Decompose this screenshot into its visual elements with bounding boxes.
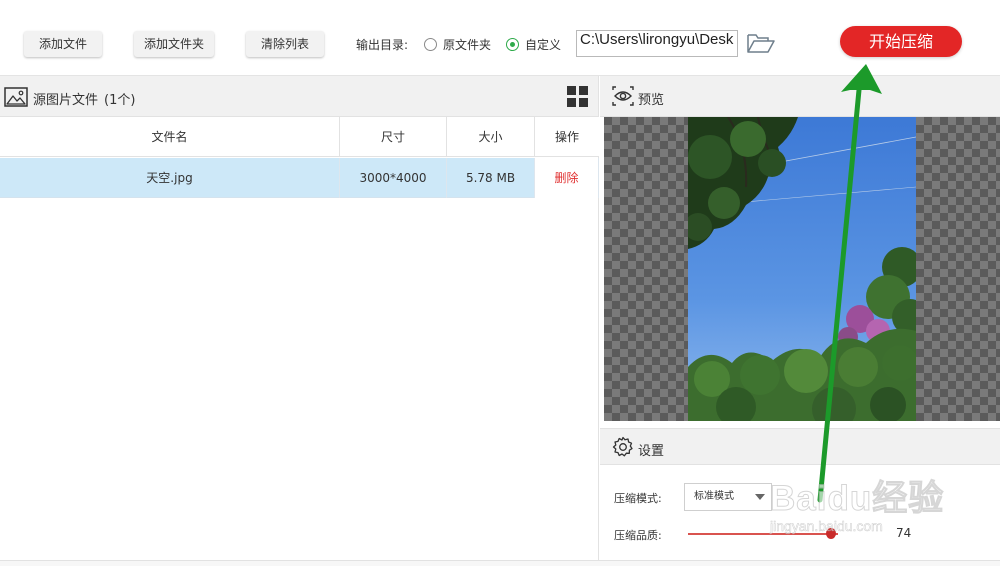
gear-icon (612, 436, 634, 458)
delete-link[interactable]: 删除 (535, 158, 599, 198)
eye-icon (612, 85, 634, 107)
settings-header: 设置 (600, 428, 1000, 465)
settings-title: 设置 (638, 444, 665, 459)
toolbar: 添加文件 添加文件夹 清除列表 输出目录: 原文件夹 自定义 C:\Users\… (0, 0, 1000, 76)
start-compress-button[interactable]: 开始压缩 (840, 26, 962, 57)
radio-original-label: 原文件夹 (443, 38, 492, 52)
output-directory-label: 输出目录: (356, 38, 409, 52)
image-preview (604, 117, 1000, 421)
source-files-panel: 源图片文件 (1个) 文件名 尺寸 大小 操作 天空.jpg 3000*4000 … (0, 76, 599, 560)
radio-custom-label: 自定义 (525, 38, 562, 52)
output-path-input[interactable]: C:\Users\lirongyu\Desk (576, 30, 738, 57)
chevron-down-icon (755, 494, 765, 500)
quality-slider-handle[interactable] (826, 528, 836, 539)
radio-dot-selected[interactable] (506, 38, 519, 51)
radio-dot[interactable] (424, 38, 437, 51)
file-dimensions-cell: 3000*4000 (340, 158, 447, 198)
quality-slider-track[interactable] (688, 533, 838, 535)
preview-header: 预览 (600, 76, 1000, 117)
preview-photo (688, 117, 916, 421)
table-row[interactable]: 天空.jpg 3000*4000 5.78 MB 删除 (0, 158, 599, 198)
radio-original-folder[interactable]: 原文件夹 (424, 36, 491, 53)
image-icon (4, 87, 28, 107)
add-folder-button[interactable]: 添加文件夹 (134, 31, 214, 57)
file-name-cell: 天空.jpg (0, 158, 340, 198)
compress-mode-label: 压缩模式: (614, 492, 662, 505)
file-table-header: 文件名 尺寸 大小 操作 (0, 117, 599, 157)
column-header-size: 大小 (447, 117, 535, 157)
window-bottom-edge (0, 560, 1000, 566)
radio-custom-folder[interactable]: 自定义 (506, 36, 561, 53)
add-file-button[interactable]: 添加文件 (24, 31, 102, 57)
quality-value: 74 (896, 526, 912, 540)
right-panel: 预览 设置 压缩模式: 标准模式 压缩品质: 74 (600, 76, 1000, 560)
source-files-header: 源图片文件 (1个) (0, 76, 598, 117)
compress-mode-value: 标准模式 (694, 491, 734, 502)
compress-quality-label: 压缩品质: (614, 529, 662, 542)
source-files-title-text: 源图片文件 (33, 93, 99, 108)
preview-title: 预览 (638, 93, 665, 108)
source-files-title: 源图片文件 (1个) (33, 89, 135, 108)
open-folder-icon[interactable] (746, 31, 776, 55)
column-header-filename: 文件名 (0, 117, 340, 157)
file-size-cell: 5.78 MB (447, 158, 535, 198)
clear-list-button[interactable]: 清除列表 (246, 31, 324, 57)
column-header-dimensions: 尺寸 (340, 117, 447, 157)
file-count: (1个) (104, 93, 136, 108)
column-header-action: 操作 (554, 130, 579, 144)
compress-mode-select[interactable]: 标准模式 (684, 483, 772, 511)
grid-view-icon[interactable] (567, 86, 588, 107)
